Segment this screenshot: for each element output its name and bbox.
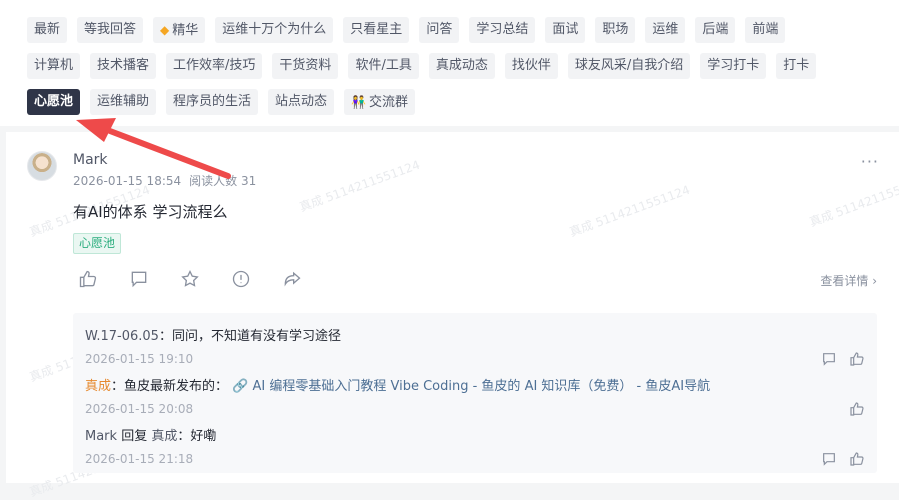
comment-body: ：同问，不知道有没有学习途径 xyxy=(158,329,341,344)
reply-word: 回复 xyxy=(117,429,152,444)
comment-like-button[interactable] xyxy=(849,401,865,417)
tag-ops-faq[interactable]: 运维十万个为什么 xyxy=(215,17,334,43)
comment-link-label: AI 编程零基础入门教程 Vibe Coding - 鱼皮的 AI 知识库（免费… xyxy=(252,379,711,394)
post-read-count: 阅读人数 31 xyxy=(189,174,257,188)
comment-icon xyxy=(823,453,835,466)
comment-icon xyxy=(823,353,835,366)
post-actions xyxy=(73,266,328,292)
thumbs-up-icon xyxy=(850,402,864,416)
tag-site-news[interactable]: 站点动态 xyxy=(268,89,335,115)
tag-backend[interactable]: 后端 xyxy=(695,17,736,43)
comment-item: Mark 回复 真成：好嘞 2026-01-15 21:18 xyxy=(85,425,865,466)
tag-filter-panel: 最新 等我回答 ◆ 精华 运维十万个为什么 只看星主 问答 学习总结 面试 职场 … xyxy=(0,0,899,126)
tag-group-chat[interactable]: 👫 交流群 xyxy=(344,89,416,115)
comment-list: W.17-06.05：同问，不知道有没有学习途径 2026-01-15 19:1… xyxy=(73,313,877,473)
tag-productivity[interactable]: 工作效率/技巧 xyxy=(166,53,263,79)
tag-qa[interactable]: 问答 xyxy=(419,17,460,43)
report-button[interactable] xyxy=(226,266,256,292)
thumbs-up-icon xyxy=(850,352,864,366)
share-button[interactable] xyxy=(277,266,307,292)
star-icon xyxy=(181,269,199,287)
tag-featured[interactable]: ◆ 精华 xyxy=(153,17,206,43)
post-date: 2026-01-15 18:54 xyxy=(73,174,182,188)
avatar[interactable] xyxy=(27,151,57,181)
thumbs-up-icon xyxy=(79,270,97,288)
comment-author[interactable]: Mark xyxy=(85,429,117,444)
post-topic-tag[interactable]: 心愿池 xyxy=(73,233,122,254)
diamond-icon: ◆ xyxy=(160,23,170,37)
people-icon: 👫 xyxy=(351,95,367,109)
link-icon: 🔗 xyxy=(232,379,253,394)
view-detail-label: 查看详情 xyxy=(820,274,869,288)
comment-link[interactable]: 🔗 AI 编程零基础入门教程 Vibe Coding - 鱼皮的 AI 知识库（… xyxy=(232,379,710,394)
comment-text: Mark 回复 真成：好嘞 xyxy=(85,425,865,444)
comment-button[interactable] xyxy=(124,266,154,292)
tag-row-1: 最新 等我回答 ◆ 精华 运维十万个为什么 只看星主 问答 学习总结 面试 职场 … xyxy=(27,17,795,43)
watermark: 真成 5114211551124 xyxy=(567,182,692,240)
thumbs-up-icon xyxy=(850,452,864,466)
comment-item: W.17-06.05：同问，不知道有没有学习途径 2026-01-15 19:1… xyxy=(85,325,865,366)
tag-programmer-life[interactable]: 程序员的生活 xyxy=(166,89,259,115)
watermark: 真成 5114211551124 xyxy=(297,157,422,215)
alert-icon xyxy=(232,270,250,288)
comment-author[interactable]: 真成 xyxy=(85,379,111,394)
watermark: 真成 5114211551124 xyxy=(807,172,899,230)
tag-tech-podcast[interactable]: 技术播客 xyxy=(90,53,157,79)
tag-study-checkin[interactable]: 学习打卡 xyxy=(700,53,767,79)
post-author[interactable]: Mark xyxy=(73,152,108,168)
tag-workplace[interactable]: 职场 xyxy=(595,17,636,43)
comment-body: ：好嘞 xyxy=(177,429,217,444)
comment-text: W.17-06.05：同问，不知道有没有学习途径 xyxy=(85,325,865,344)
post-meta: 2026-01-15 18:54 阅读人数 31 xyxy=(73,172,256,189)
tag-ops[interactable]: 运维 xyxy=(645,17,686,43)
tag-computer[interactable]: 计算机 xyxy=(27,53,81,79)
tag-find-partner[interactable]: 找伙伴 xyxy=(504,53,558,79)
tag-owner-only[interactable]: 只看星主 xyxy=(343,17,410,43)
comment-like-button[interactable] xyxy=(849,351,865,367)
comment-item: 真成：鱼皮最新发布的： 🔗 AI 编程零基础入门教程 Vibe Coding -… xyxy=(85,375,865,416)
comment-text: 真成：鱼皮最新发布的： 🔗 AI 编程零基础入门教程 Vibe Coding -… xyxy=(85,375,865,394)
tag-wishlist[interactable]: 心愿池 xyxy=(27,89,81,115)
tag-group-chat-label: 交流群 xyxy=(369,95,409,110)
comment-body: ：鱼皮最新发布的： xyxy=(111,379,229,394)
comment-ops xyxy=(837,401,865,417)
chevron-right-icon: › xyxy=(868,274,877,288)
tag-row-3: 心愿池 运维辅助 程序员的生活 站点动态 👫 交流群 xyxy=(27,89,425,115)
reply-button[interactable] xyxy=(821,351,837,367)
post-card: 真成 5114211551124 真成 5114211551124 真成 511… xyxy=(6,132,899,499)
comment-ops xyxy=(809,451,865,467)
tag-interview[interactable]: 面试 xyxy=(545,17,586,43)
reply-button[interactable] xyxy=(821,451,837,467)
reply-target[interactable]: 真成 xyxy=(151,429,177,444)
like-button[interactable] xyxy=(73,266,103,292)
favorite-button[interactable] xyxy=(175,266,205,292)
tag-resources[interactable]: 干货资料 xyxy=(272,53,339,79)
comment-icon xyxy=(131,271,147,288)
tag-frontend[interactable]: 前端 xyxy=(745,17,786,43)
share-icon xyxy=(284,271,301,287)
view-detail-link[interactable]: 查看详情 › xyxy=(820,272,877,289)
more-options-icon[interactable]: ··· xyxy=(861,152,879,171)
tag-awaiting-answer[interactable]: 等我回答 xyxy=(77,17,144,43)
tag-zhencheng-news[interactable]: 真成动态 xyxy=(428,53,495,79)
post-title[interactable]: 有AI的体系 学习流程么 xyxy=(73,201,227,222)
tag-software-tools[interactable]: 软件/工具 xyxy=(348,53,419,79)
comment-like-button[interactable] xyxy=(849,451,865,467)
tag-latest[interactable]: 最新 xyxy=(27,17,68,43)
comment-time: 2026-01-15 21:18 xyxy=(85,452,194,466)
comment-time: 2026-01-15 20:08 xyxy=(85,402,194,416)
tag-row-2: 计算机 技术播客 工作效率/技巧 干货资料 软件/工具 真成动态 找伙伴 球友风… xyxy=(27,53,826,79)
tag-checkin[interactable]: 打卡 xyxy=(776,53,817,79)
tag-ops-helper[interactable]: 运维辅助 xyxy=(90,89,157,115)
comment-time: 2026-01-15 19:10 xyxy=(85,352,194,366)
comment-author[interactable]: W.17-06.05 xyxy=(85,329,159,344)
comment-ops xyxy=(809,351,865,367)
tag-featured-label: 精华 xyxy=(172,23,199,38)
tag-member-intro[interactable]: 球友风采/自我介绍 xyxy=(567,53,691,79)
tag-study-summary[interactable]: 学习总结 xyxy=(469,17,536,43)
